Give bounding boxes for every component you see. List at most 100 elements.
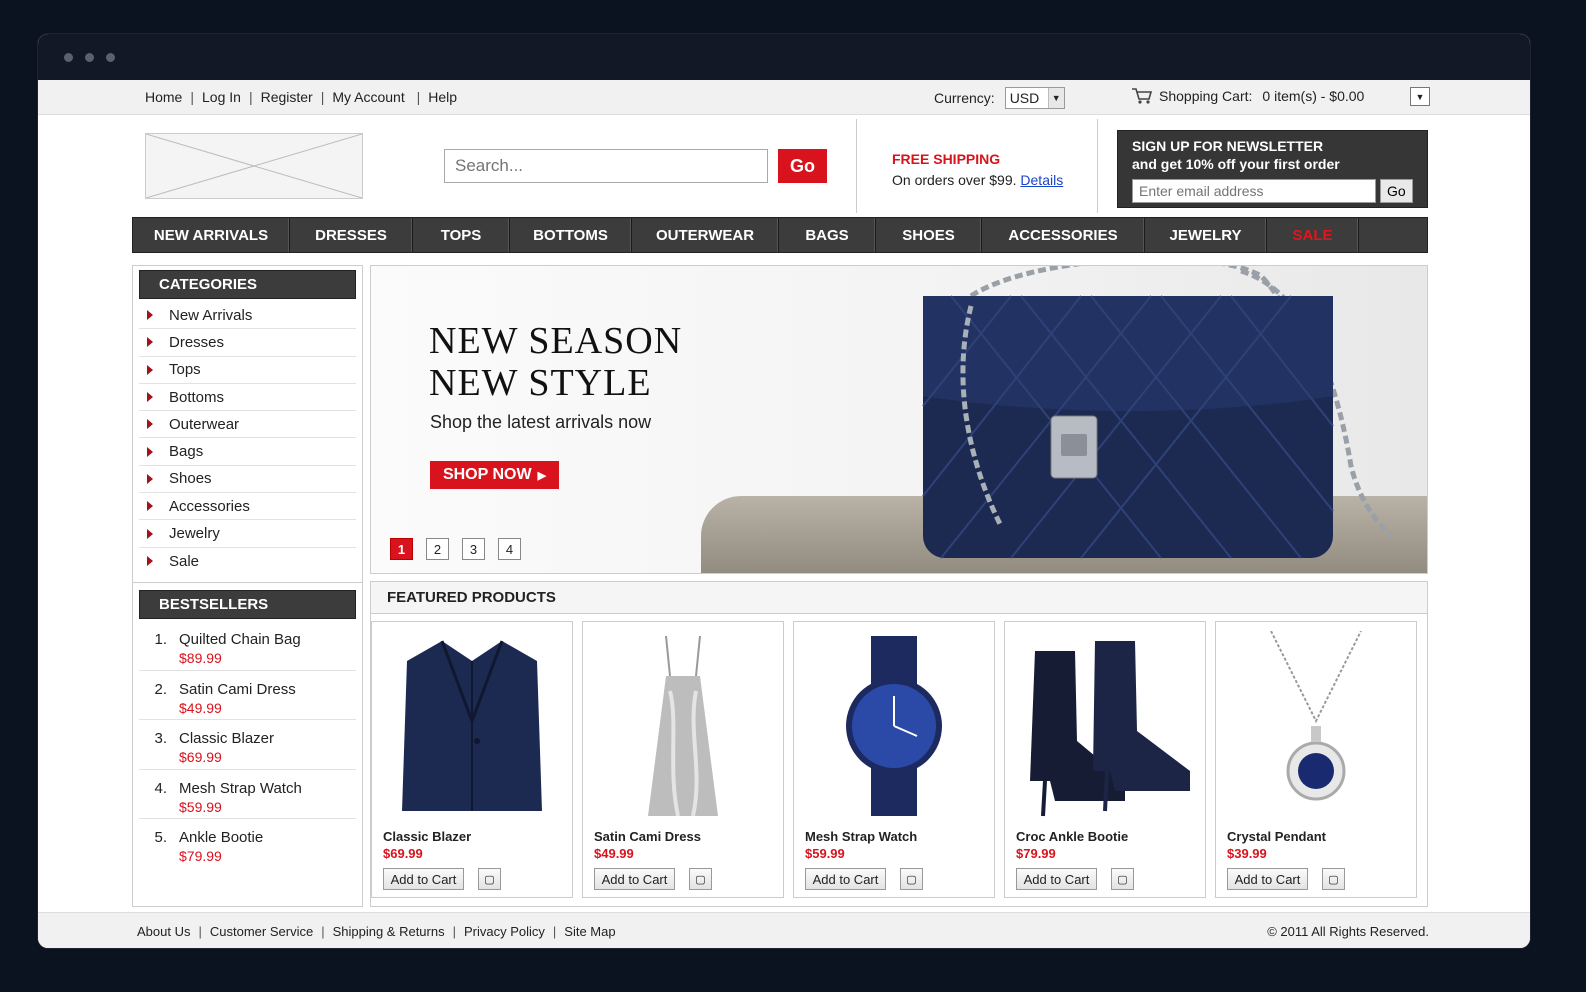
footer-shipping-returns-link[interactable]: Shipping & Returns bbox=[333, 924, 445, 939]
product-name[interactable]: Classic Blazer bbox=[383, 829, 471, 844]
category-item[interactable]: Tops bbox=[139, 357, 356, 384]
bestseller-item[interactable]: 4. Mesh Strap Watch $59.99 bbox=[139, 770, 356, 820]
divider bbox=[856, 119, 857, 213]
product-card[interactable]: Crystal Pendant $39.99 Add to Cart ▢ bbox=[1215, 621, 1417, 898]
category-item[interactable]: Dresses bbox=[139, 329, 356, 357]
arrow-right-icon bbox=[147, 556, 153, 567]
hero-banner[interactable]: NEW SEASON NEW STYLE Shop the latest arr… bbox=[370, 265, 1428, 574]
slide-page-4[interactable]: 4 bbox=[498, 538, 521, 560]
home-link[interactable]: Home bbox=[145, 89, 182, 105]
window-control-dot[interactable] bbox=[64, 52, 73, 62]
category-item[interactable]: Accessories bbox=[139, 493, 356, 521]
shopping-cart[interactable]: Shopping Cart: 0 item(s) - $0.00 bbox=[1131, 87, 1364, 105]
divider bbox=[1097, 119, 1098, 213]
logo-placeholder[interactable] bbox=[145, 133, 363, 199]
slide-page-3[interactable]: 3 bbox=[462, 538, 485, 560]
bestseller-name: Mesh Strap Watch bbox=[179, 779, 302, 797]
watch-icon[interactable] bbox=[804, 628, 984, 823]
product-card[interactable]: Classic Blazer $69.99 Add to Cart ▢ bbox=[371, 621, 573, 898]
currency-value: USD bbox=[1009, 90, 1040, 106]
add-to-cart-button[interactable]: Add to Cart bbox=[1016, 868, 1097, 890]
main-nav: NEW ARRIVALS DRESSES TOPS BOTTOMS OUTERW… bbox=[132, 217, 1428, 253]
site-footer: About Us | Customer Service | Shipping & R… bbox=[38, 912, 1530, 948]
product-card[interactable]: Croc Ankle Bootie $79.99 Add to Cart ▢ bbox=[1004, 621, 1206, 898]
product-name[interactable]: Croc Ankle Bootie bbox=[1016, 829, 1128, 844]
register-link[interactable]: Register bbox=[261, 89, 313, 105]
footer-about-link[interactable]: About Us bbox=[137, 924, 190, 939]
category-item[interactable]: Shoes bbox=[139, 466, 356, 494]
category-item[interactable]: New Arrivals bbox=[139, 302, 356, 330]
newsletter-email-input[interactable] bbox=[1132, 179, 1376, 203]
wishlist-icon[interactable]: ▢ bbox=[1322, 868, 1345, 890]
browser-window: Home | Log In | Register | My Account | Hel… bbox=[38, 34, 1530, 948]
bestseller-item[interactable]: 2. Satin Cami Dress $49.99 bbox=[139, 671, 356, 721]
nav-shoes[interactable]: SHOES bbox=[876, 218, 982, 252]
product-name[interactable]: Crystal Pendant bbox=[1227, 829, 1326, 844]
nav-bags[interactable]: BAGS bbox=[779, 218, 876, 252]
blazer-icon[interactable] bbox=[382, 628, 562, 823]
product-card[interactable]: Mesh Strap Watch $59.99 Add to Cart ▢ bbox=[793, 621, 995, 898]
add-to-cart-button[interactable]: Add to Cart bbox=[1227, 868, 1308, 890]
currency-select[interactable]: USD ▼ bbox=[1004, 87, 1065, 109]
login-link[interactable]: Log In bbox=[202, 89, 241, 105]
bestseller-price: $49.99 bbox=[179, 699, 222, 716]
window-control-dot[interactable] bbox=[85, 52, 94, 62]
footer-privacy-link[interactable]: Privacy Policy bbox=[464, 924, 545, 939]
search-input[interactable] bbox=[444, 149, 768, 183]
bestseller-name: Ankle Bootie bbox=[179, 829, 264, 847]
wishlist-icon[interactable]: ▢ bbox=[689, 868, 712, 890]
window-control-dot[interactable] bbox=[106, 52, 115, 62]
bestseller-item[interactable]: 3. Classic Blazer $69.99 bbox=[139, 720, 356, 770]
add-to-cart-button[interactable]: Add to Cart bbox=[594, 868, 675, 890]
shop-now-button[interactable]: SHOP NOW ▶ bbox=[430, 461, 559, 489]
placeholder-cross-icon bbox=[145, 133, 363, 199]
nav-jewelry[interactable]: JEWELRY bbox=[1145, 218, 1267, 252]
slide-page-1[interactable]: 1 bbox=[390, 538, 413, 560]
category-item[interactable]: Bottoms bbox=[139, 384, 356, 412]
add-to-cart-button[interactable]: Add to Cart bbox=[383, 868, 464, 890]
category-item[interactable]: Sale bbox=[139, 548, 356, 575]
search-button[interactable]: Go bbox=[778, 149, 827, 183]
top-utility-bar: Home | Log In | Register | My Account | Hel… bbox=[38, 80, 1530, 115]
nav-new-arrivals[interactable]: NEW ARRIVALS bbox=[133, 218, 290, 252]
cart-dropdown-button[interactable]: ▼ bbox=[1410, 87, 1430, 106]
bestseller-price: $89.99 bbox=[179, 649, 222, 666]
footer-links: About Us | Customer Service | Shipping & R… bbox=[137, 924, 616, 939]
chevron-down-icon: ▼ bbox=[1415, 91, 1425, 102]
category-item[interactable]: Jewelry bbox=[139, 520, 356, 548]
bestseller-item[interactable]: 1. Quilted Chain Bag $89.99 bbox=[139, 621, 356, 671]
wishlist-icon[interactable]: ▢ bbox=[478, 868, 501, 890]
product-name[interactable]: Mesh Strap Watch bbox=[805, 829, 917, 844]
nav-dresses[interactable]: DRESSES bbox=[290, 218, 413, 252]
dress-icon[interactable] bbox=[593, 628, 773, 823]
boots-icon[interactable] bbox=[1015, 628, 1195, 823]
product-name[interactable]: Satin Cami Dress bbox=[594, 829, 701, 844]
arrow-right-icon bbox=[147, 337, 153, 348]
category-item[interactable]: Bags bbox=[139, 438, 356, 466]
bestseller-name: Classic Blazer bbox=[179, 730, 275, 748]
nav-accessories[interactable]: ACCESSORIES bbox=[982, 218, 1145, 252]
product-card[interactable]: Satin Cami Dress $49.99 Add to Cart ▢ bbox=[582, 621, 784, 898]
nav-outerwear[interactable]: OUTERWEAR bbox=[632, 218, 779, 252]
my-account-link[interactable]: My Account bbox=[332, 89, 404, 105]
nav-sale[interactable]: SALE bbox=[1267, 218, 1359, 252]
nav-tops[interactable]: TOPS bbox=[413, 218, 510, 252]
wishlist-icon[interactable]: ▢ bbox=[1111, 868, 1134, 890]
footer-sitemap-link[interactable]: Site Map bbox=[564, 924, 615, 939]
shipping-details-link[interactable]: Details bbox=[1020, 172, 1063, 188]
newsletter-heading: SIGN UP FOR NEWSLETTER bbox=[1132, 138, 1324, 154]
product-grid: Classic Blazer $69.99 Add to Cart ▢ Sati… bbox=[371, 621, 1417, 898]
category-item[interactable]: Outerwear bbox=[139, 411, 356, 439]
add-to-cart-button[interactable]: Add to Cart bbox=[805, 868, 886, 890]
slide-page-2[interactable]: 2 bbox=[426, 538, 449, 560]
cart-summary: 0 item(s) - $0.00 bbox=[1262, 88, 1365, 104]
footer-customer-service-link[interactable]: Customer Service bbox=[210, 924, 313, 939]
newsletter-go-button[interactable]: Go bbox=[1379, 179, 1413, 203]
nav-bottoms[interactable]: BOTTOMS bbox=[510, 218, 632, 252]
pendant-icon[interactable] bbox=[1226, 628, 1406, 823]
bestseller-price: $79.99 bbox=[179, 848, 222, 865]
help-link[interactable]: Help bbox=[428, 89, 457, 105]
slide-pagination: 1 2 3 4 bbox=[390, 538, 521, 560]
bestseller-item[interactable]: 5. Ankle Bootie $79.99 bbox=[139, 819, 356, 869]
wishlist-icon[interactable]: ▢ bbox=[900, 868, 923, 890]
